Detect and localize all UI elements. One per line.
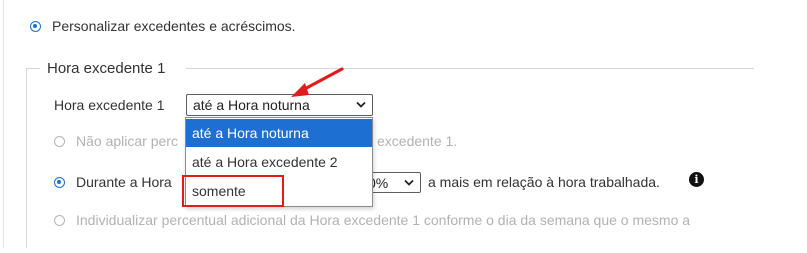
dropdown-option-hora-noturna[interactable]: até a Hora noturna xyxy=(186,119,372,147)
fieldset-border-left xyxy=(26,68,27,248)
radio-durante-hora-suffix: a mais em relação à hora trabalhada. xyxy=(428,174,660,190)
radio-durante-hora-label: Durante a Hora xyxy=(76,174,172,190)
radio-nao-aplicar-label-left: Não aplicar perc xyxy=(76,133,178,149)
radio-nao-aplicar-label-right: excedente 1. xyxy=(377,133,458,149)
radio-individualizar[interactable] xyxy=(54,215,65,226)
hora-excedente-label: Hora excedente 1 xyxy=(54,97,165,113)
fieldset-border-top-left xyxy=(26,68,40,69)
radio-durante-hora[interactable] xyxy=(54,177,65,188)
chevron-down-icon xyxy=(356,101,366,108)
annotation-highlight-box xyxy=(182,175,284,207)
fieldset-legend: Hora excedente 1 xyxy=(47,60,166,77)
annotation-arrow-icon xyxy=(291,67,344,97)
chevron-down-icon xyxy=(404,179,414,186)
radio-personalizar-label: Personalizar excedentes e acréscimos. xyxy=(52,18,296,34)
radio-nao-aplicar[interactable] xyxy=(54,136,65,147)
dropdown-option-hora-excedente-2[interactable]: até a Hora excedente 2 xyxy=(186,148,372,176)
fieldset-border-top-right xyxy=(186,68,754,69)
radio-personalizar[interactable] xyxy=(30,21,41,32)
radio-individualizar-label: Individualizar percentual adicional da H… xyxy=(76,212,691,228)
left-border xyxy=(3,0,4,248)
info-icon[interactable]: i xyxy=(689,172,704,187)
